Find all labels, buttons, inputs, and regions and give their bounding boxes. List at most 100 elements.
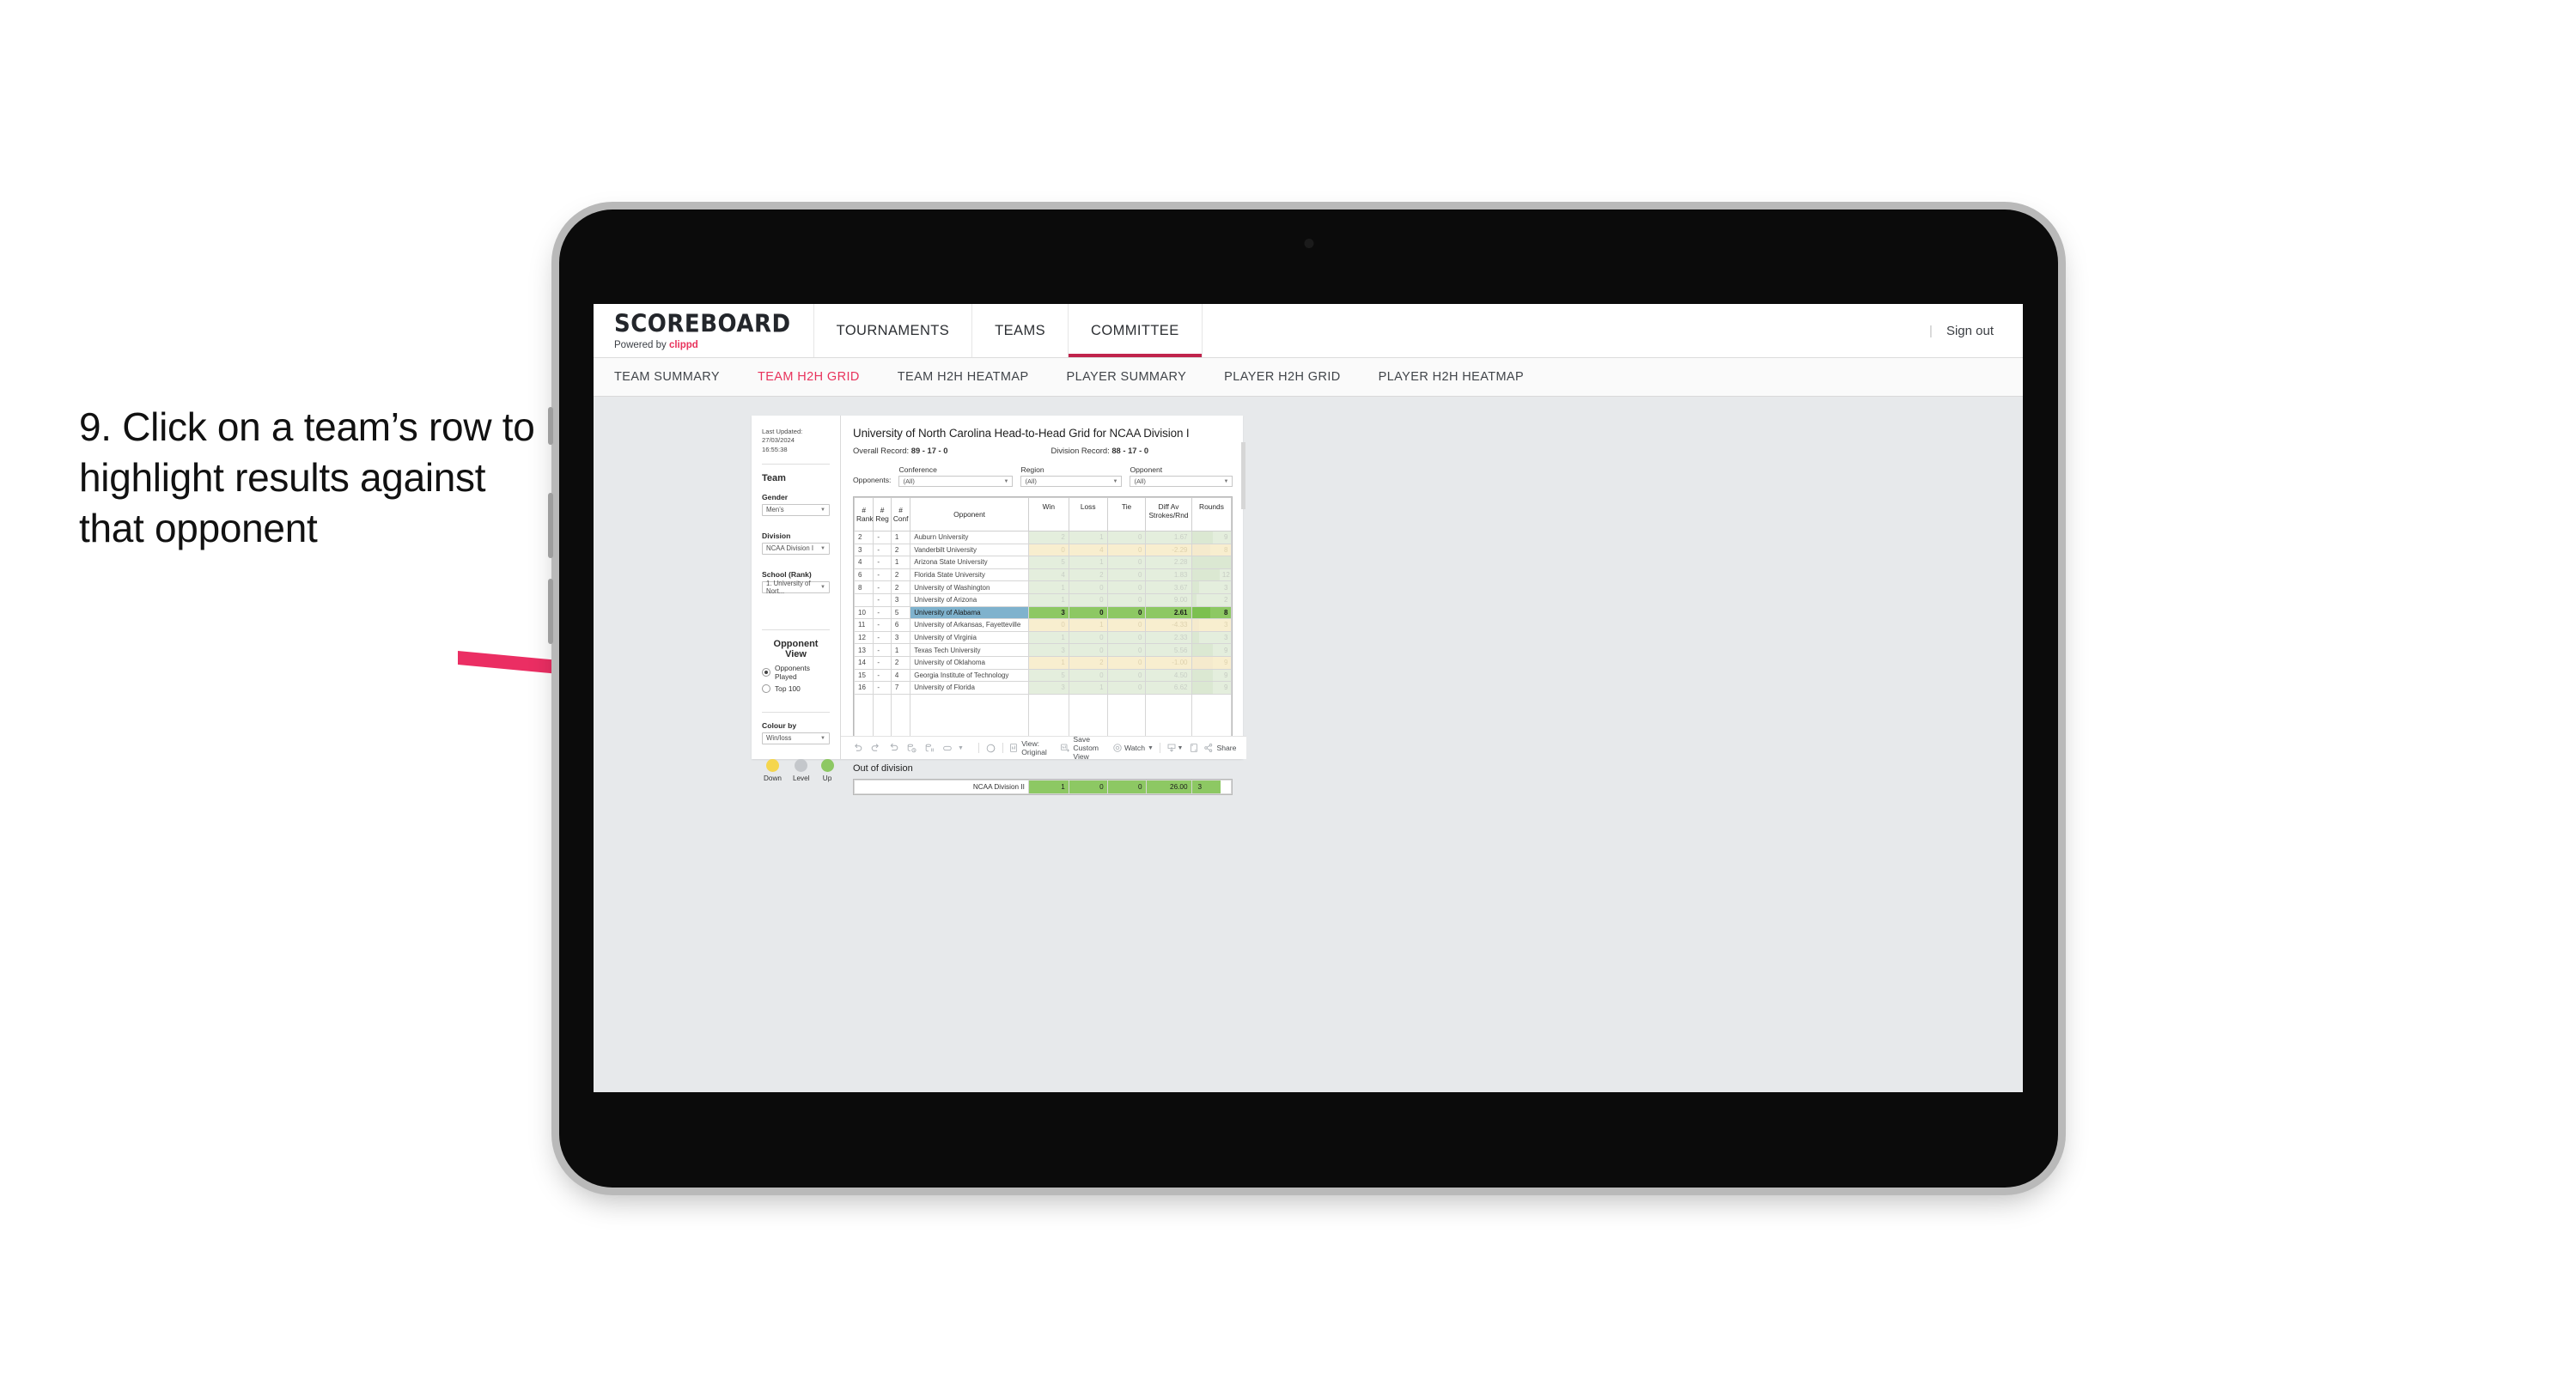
share-icon[interactable]: [1203, 740, 1214, 756]
table-row[interactable]: 12-3 University of Virginia 1 0 0 2.33 3: [853, 630, 1233, 645]
cell-reg: -: [873, 668, 892, 683]
undo-icon[interactable]: [850, 740, 865, 756]
revert-icon[interactable]: [886, 740, 901, 756]
col-reg[interactable]: # Reg: [873, 497, 892, 532]
cell-loss: 0: [1068, 580, 1108, 594]
table-row[interactable]: 16-7 University of Florida 3 1 0 6.62 9: [853, 681, 1233, 695]
device-button-top: [548, 407, 553, 445]
col-rank[interactable]: # Rank: [853, 497, 874, 532]
sign-out-link[interactable]: Sign out: [1946, 324, 1994, 338]
radio-opponents-played[interactable]: Opponents Played: [762, 664, 830, 681]
col-diff-av-strokes[interactable]: Diff Av Strokes/Rnd: [1145, 497, 1192, 532]
save-custom-view-icon[interactable]: [1060, 740, 1070, 756]
rounds-bar: [1191, 544, 1211, 556]
primary-nav: TOURNAMENTS TEAMS COMMITTEE: [814, 304, 1203, 357]
legend-item-up: Up: [820, 758, 834, 782]
tab-player-h2h-grid[interactable]: PLAYER H2H GRID: [1205, 370, 1359, 384]
dashboard-canvas: Last Updated: 27/03/2024 16:55:38 Team G…: [594, 397, 2023, 1092]
chevron-down-icon[interactable]: ▼: [1178, 745, 1184, 751]
tab-team-summary[interactable]: TEAM SUMMARY: [614, 370, 739, 384]
cell-rank: 11: [853, 618, 874, 632]
gender-select[interactable]: Men’s ▼: [762, 503, 830, 516]
conference-select[interactable]: (All) ▼: [898, 476, 1014, 487]
out-of-division-row[interactable]: NCAA Division II 1 0 0 26.00 3: [854, 779, 1233, 794]
refresh-data-icon[interactable]: [904, 740, 919, 756]
view-original-icon[interactable]: [1008, 740, 1019, 756]
col-tie[interactable]: Tie: [1106, 497, 1147, 532]
cell-rank: 8: [853, 580, 874, 594]
chevron-down-icon[interactable]: ▼: [958, 745, 964, 751]
radio-icon: [762, 683, 770, 693]
cell-rank: 4: [853, 556, 874, 569]
pause-auto-update-icon[interactable]: [922, 740, 937, 756]
rounds-bar: [1191, 682, 1213, 694]
table-row[interactable]: 14-2 University of Oklahoma 1 2 0 -1.00 9: [853, 655, 1233, 670]
conference-value: (All): [903, 477, 915, 485]
logo-brand-text: SCOREBOARD: [614, 310, 791, 338]
table-row[interactable]: -3 University of Arizona 1 0 0 9.00 2: [853, 592, 1233, 607]
view-original-label[interactable]: View: Original: [1021, 739, 1050, 756]
table-row[interactable]: 10-5 University of Alabama 3 0 0 2.61 8: [853, 605, 1233, 620]
col-conf[interactable]: # Conf: [890, 497, 911, 532]
table-row[interactable]: 6-2 Florida State University 4 2 0 1.83 12: [853, 568, 1233, 582]
share-label[interactable]: Share: [1216, 744, 1236, 752]
device-button-bottom: [548, 579, 553, 644]
col-win[interactable]: Win: [1027, 497, 1069, 532]
pause-refresh-icon[interactable]: [985, 740, 996, 756]
radio-top-100[interactable]: Top 100: [762, 683, 830, 693]
cell-win: 0: [1027, 543, 1069, 557]
rounds-value: 8: [1223, 608, 1228, 617]
cell-conf: 5: [890, 605, 911, 620]
nav-committee[interactable]: COMMITTEE: [1069, 304, 1203, 357]
tab-team-h2h-heatmap[interactable]: TEAM H2H HEATMAP: [879, 370, 1048, 384]
cell-loss: 2: [1068, 655, 1108, 670]
cell-reg: -: [873, 543, 892, 557]
redo-icon[interactable]: [868, 740, 883, 756]
division-select[interactable]: NCAA Division I ▼: [762, 542, 830, 555]
download-icon[interactable]: [1166, 740, 1177, 756]
rounds-bar: [1191, 644, 1213, 656]
cell-opponent: Texas Tech University: [910, 643, 1029, 657]
cell-conf: 1: [890, 643, 911, 657]
table-vertical-scrollbar[interactable]: [1241, 442, 1246, 509]
nav-teams[interactable]: TEAMS: [972, 304, 1069, 357]
cell-rounds: 3: [1191, 580, 1233, 594]
cell-opponent: Auburn University: [910, 531, 1029, 544]
cell-win: 0: [1027, 618, 1069, 632]
watch-icon[interactable]: [1112, 740, 1123, 756]
table-row[interactable]: 11-6 University of Arkansas, Fayetteville…: [853, 618, 1233, 632]
col-opponent[interactable]: Opponent: [910, 497, 1029, 532]
table-row[interactable]: 8-2 University of Washington 1 0 0 3.67 3: [853, 580, 1233, 594]
school-select[interactable]: 1. University of Nort... ▼: [762, 580, 830, 595]
rounds-bar: [1191, 657, 1213, 669]
tab-player-h2h-heatmap[interactable]: PLAYER H2H HEATMAP: [1360, 370, 1543, 384]
tab-team-h2h-grid[interactable]: TEAM H2H GRID: [739, 370, 879, 384]
save-custom-view-label[interactable]: Save Custom View: [1073, 735, 1112, 761]
table-row[interactable]: 3-2 Vanderbilt University 0 4 0 -2.29 8: [853, 543, 1233, 557]
table-head: # Rank # Reg # Conf Opponent Win Loss Tie D…: [853, 497, 1233, 532]
h2h-grid-container[interactable]: # Rank # Reg # Conf Opponent Win Loss Tie D…: [853, 442, 1246, 751]
nav-tournaments[interactable]: TOURNAMENTS: [814, 304, 973, 357]
division-label: Division: [762, 531, 791, 540]
cell-loss: 2: [1068, 568, 1108, 582]
table-row[interactable]: 4-1Arizona State University5102.2817: [853, 556, 1233, 569]
device-preview-icon[interactable]: [940, 740, 955, 756]
fullscreen-icon[interactable]: [1189, 740, 1199, 756]
cell-rounds: 9: [1191, 643, 1233, 657]
colour-by-select[interactable]: Win/loss ▼: [762, 732, 830, 744]
watch-label[interactable]: Watch: [1124, 744, 1145, 752]
table-row[interactable]: 15-4 Georgia Institute of Technology 5 0 0 4.…: [853, 668, 1233, 683]
cell-reg: -: [873, 630, 892, 645]
table-row[interactable]: 2-1 Auburn University 2 1 0 1.67 9: [853, 531, 1233, 544]
school-label: School (Rank): [762, 569, 812, 579]
col-rounds[interactable]: Rounds: [1191, 497, 1233, 532]
cell-win: 1: [1027, 655, 1069, 670]
logo-tagline: Powered by clippd: [614, 339, 698, 350]
tab-player-summary[interactable]: PLAYER SUMMARY: [1048, 370, 1206, 384]
region-select[interactable]: (All) ▼: [1020, 476, 1123, 487]
table-row[interactable]: 13-1 Texas Tech University 3 0 0 5.56 9: [853, 643, 1233, 657]
col-loss[interactable]: Loss: [1068, 497, 1108, 532]
opponent-select[interactable]: (All) ▼: [1130, 476, 1233, 487]
chevron-down-icon[interactable]: ▼: [1148, 745, 1154, 751]
cell-diff: -1.00: [1145, 655, 1192, 670]
